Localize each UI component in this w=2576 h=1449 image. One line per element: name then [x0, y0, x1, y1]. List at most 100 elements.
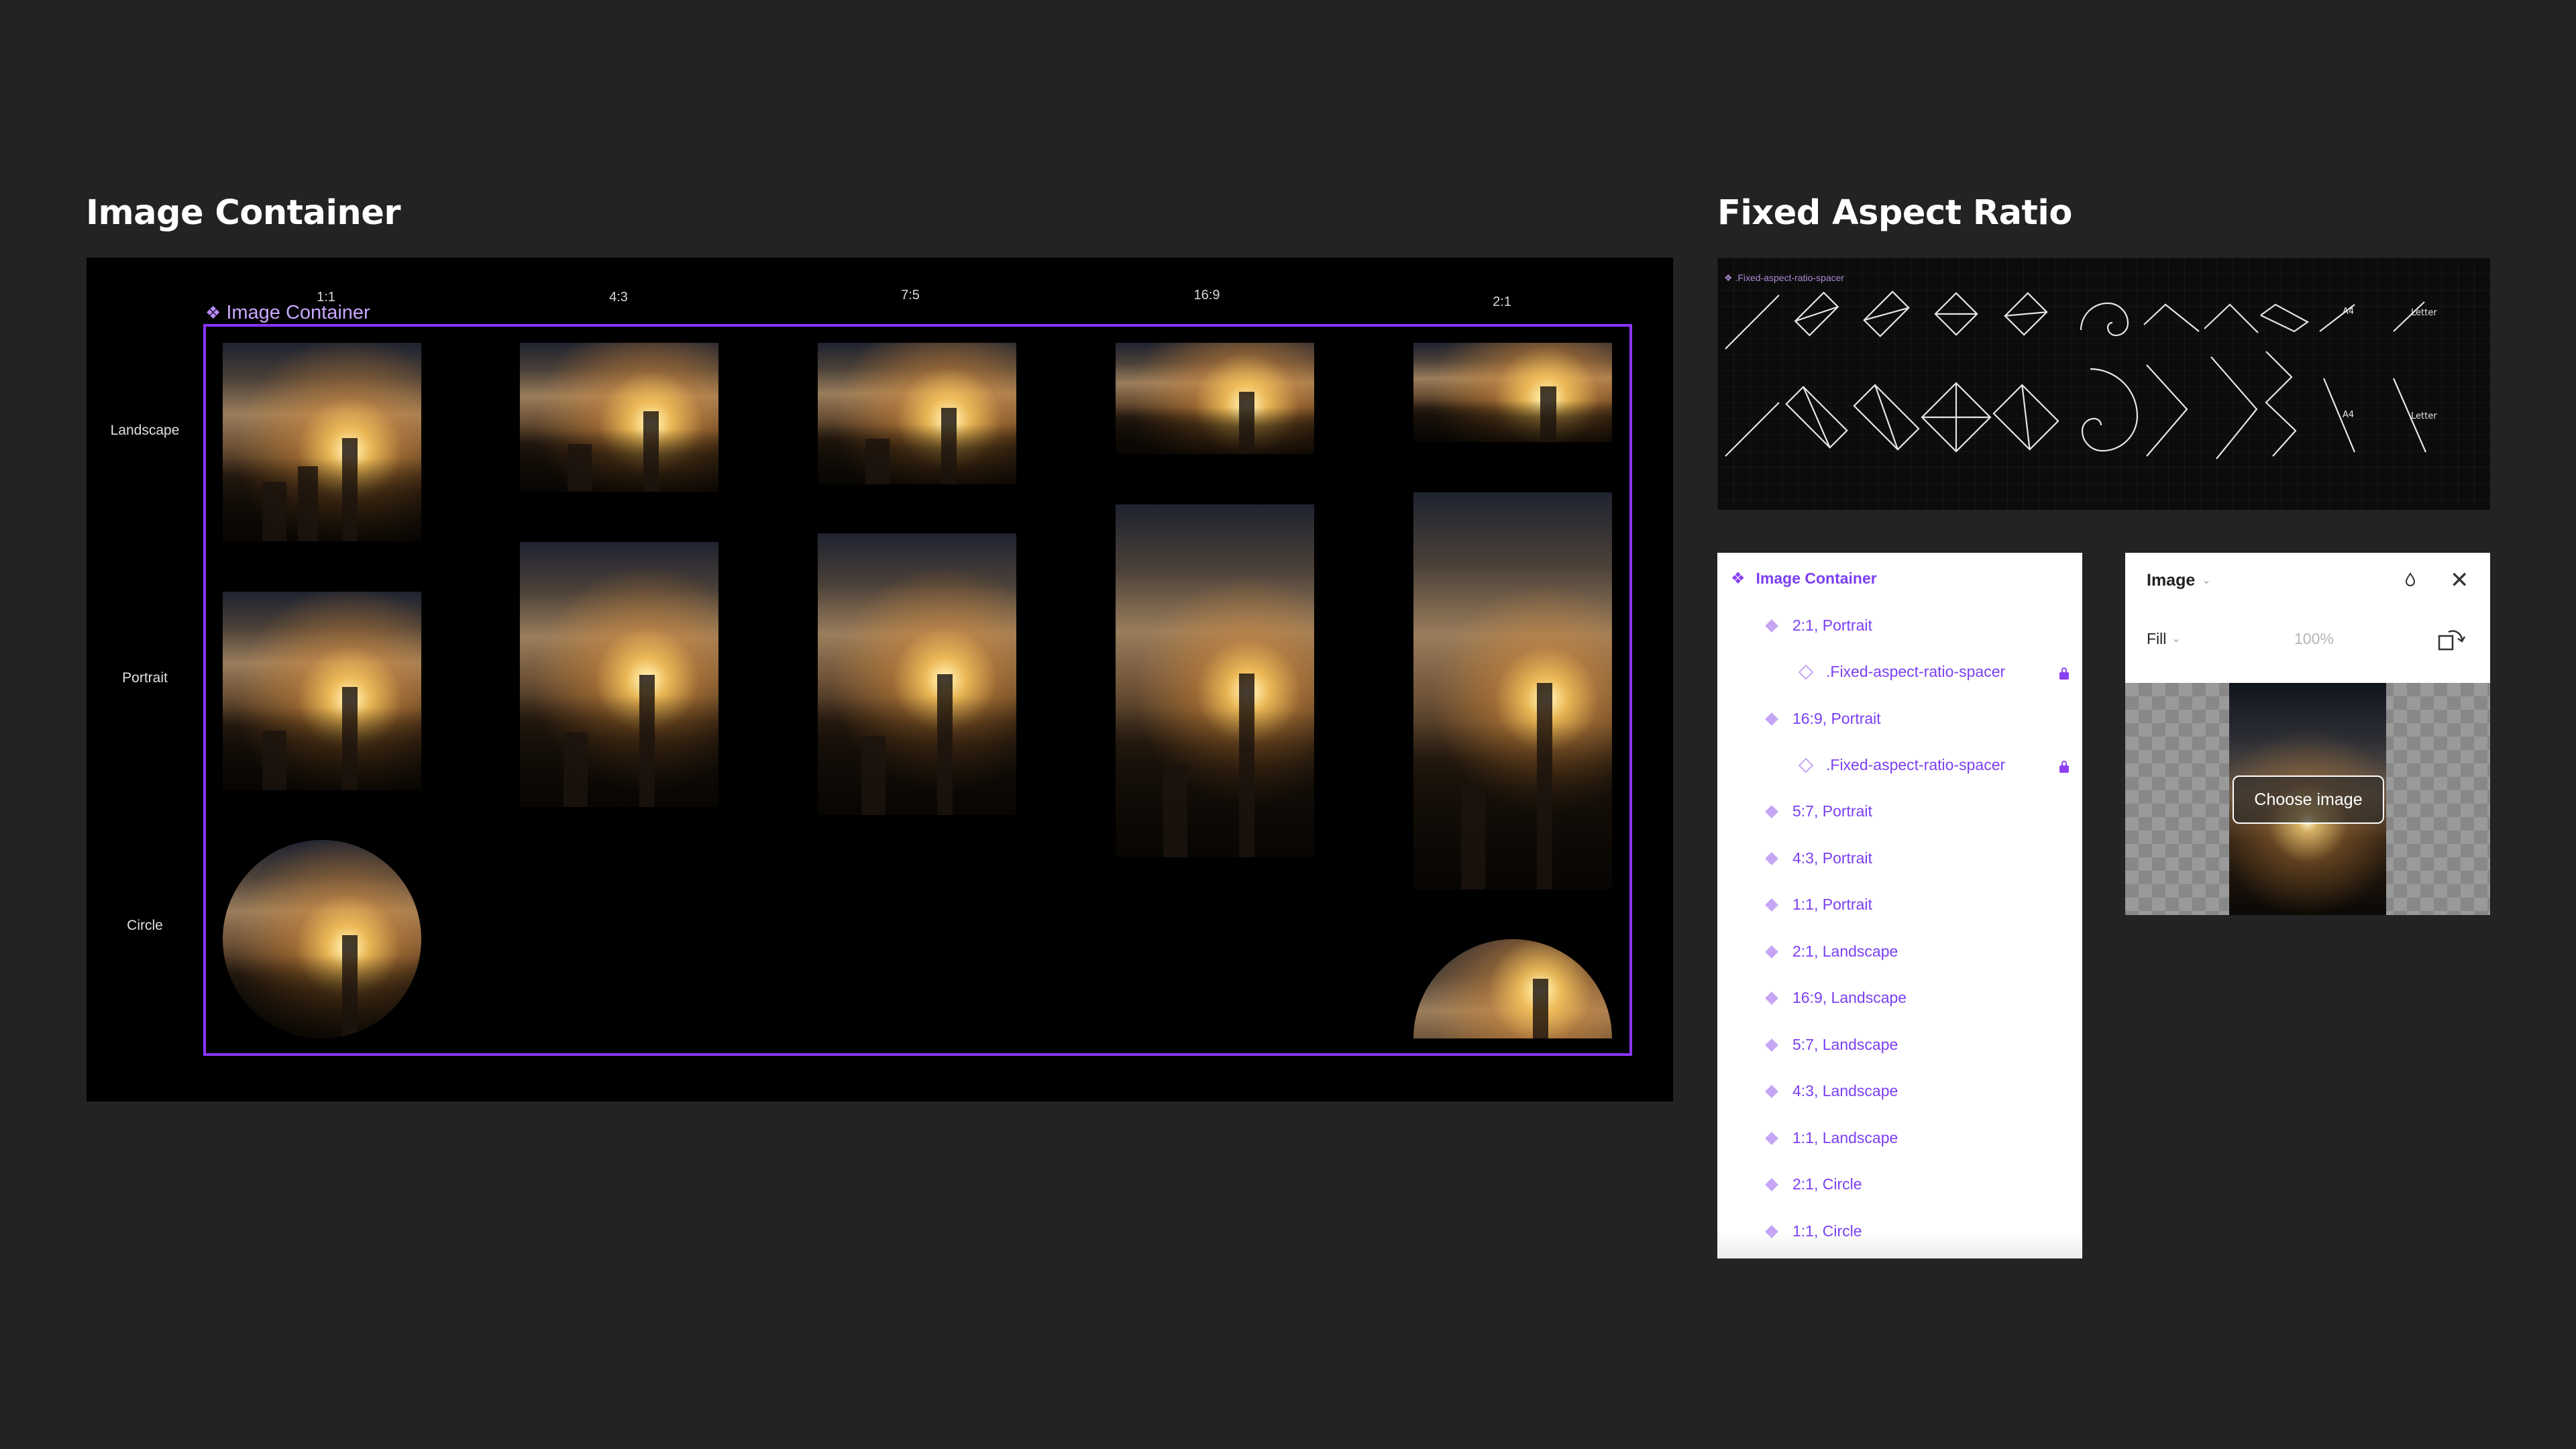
instance-icon	[1765, 945, 1778, 959]
ratio-diamond	[1934, 292, 1978, 336]
city-silhouette	[520, 696, 718, 807]
instance-icon	[1765, 619, 1778, 633]
city-silhouette	[818, 425, 1016, 484]
image-portrait-16-9[interactable]	[1116, 504, 1314, 857]
layer-item[interactable]: 2:1, Landscape	[1717, 928, 1898, 975]
column-label-16-9: 16:9	[1193, 288, 1220, 303]
layer-item-label: 16:9, Landscape	[1792, 989, 1907, 1006]
row-label-circle: Circle	[127, 918, 163, 933]
ratio-zigzag	[2260, 303, 2310, 333]
image-fill-panel: Image ⌄ ✕ Fill ⌄ 100% Choose image	[2125, 553, 2490, 915]
city-silhouette	[223, 955, 421, 1038]
image-circle-2-1[interactable]	[1413, 939, 1612, 1038]
droplet-icon[interactable]	[2404, 572, 2416, 587]
tower	[941, 408, 957, 484]
component-icon: ❖	[205, 303, 221, 323]
instance-icon	[1765, 898, 1778, 912]
close-icon[interactable]: ✕	[2450, 569, 2469, 592]
instance-icon	[1765, 1177, 1778, 1191]
ratio-diamond	[1863, 290, 1910, 337]
layer-item-label: 2:1, Landscape	[1792, 943, 1898, 960]
layer-item[interactable]: 4:3, Portrait	[1717, 835, 1872, 881]
image-portrait-5-7[interactable]	[818, 533, 1016, 815]
choose-image-button[interactable]: Choose image	[2233, 775, 2384, 824]
layer-item[interactable]: 2:1, Portrait	[1717, 602, 1872, 649]
instance-icon	[1765, 851, 1778, 865]
city-silhouette	[520, 429, 718, 492]
layer-root[interactable]: ❖ Image Container	[1717, 555, 1877, 602]
layer-item[interactable]: 16:9, Landscape	[1717, 975, 1907, 1021]
fill-type-dropdown[interactable]: Image	[2147, 571, 2195, 590]
tower	[564, 733, 588, 807]
tower	[1540, 386, 1557, 442]
ratio-diamond	[1853, 384, 1920, 451]
tower	[341, 687, 358, 790]
instance-icon	[1765, 804, 1778, 818]
image-portrait-4-3[interactable]	[520, 542, 718, 807]
image-landscape-2-1[interactable]	[1413, 343, 1612, 442]
layer-item[interactable]: 1:1, Landscape	[1717, 1115, 1898, 1161]
ratio-chevron	[2204, 303, 2259, 333]
column-label-4-3: 4:3	[609, 290, 628, 305]
image-portrait-2-1[interactable]	[1413, 492, 1612, 890]
tower	[341, 935, 358, 1038]
ratio-diamond	[2004, 292, 2048, 336]
ratio-label-letter: Letter	[2411, 411, 2437, 421]
lock-icon[interactable]	[2059, 667, 2069, 680]
lock-icon[interactable]	[2059, 761, 2069, 773]
image-portrait-1-1[interactable]	[223, 592, 421, 790]
ratio-label-letter: Letter	[2411, 308, 2437, 318]
layer-item[interactable]: 2:1, Circle	[1717, 1161, 1862, 1208]
city-silhouette	[1116, 709, 1314, 857]
layer-item[interactable]: 4:3, Landscape	[1717, 1068, 1898, 1114]
spacer-icon	[1798, 757, 1814, 773]
city-silhouette	[1413, 400, 1612, 442]
instance-icon	[1765, 1038, 1778, 1052]
image-landscape-1-1[interactable]	[223, 343, 421, 541]
city-silhouette	[223, 458, 421, 541]
instance-icon	[1765, 1084, 1778, 1098]
city-silhouette	[1116, 407, 1314, 454]
chevron-down-icon[interactable]: ⌄	[2171, 632, 2180, 645]
layer-item-label: 2:1, Circle	[1792, 1175, 1862, 1193]
tower	[262, 731, 286, 790]
component-tag[interactable]: ❖ Image Container	[205, 302, 370, 324]
ratio-diamond	[1921, 382, 1992, 453]
aspect-ratio-spacer-grid: ❖ .Fixed-aspect-ratio-spacer A4 Letter A…	[1717, 258, 2490, 510]
chevron-down-icon[interactable]: ⌄	[2202, 574, 2210, 587]
component-icon: ❖	[1731, 570, 1746, 588]
layer-item[interactable]: .Fixed-aspect-ratio-spacer	[1717, 649, 2005, 695]
tower	[639, 674, 655, 807]
tower	[262, 482, 286, 541]
layer-item-label: 1:1, Portrait	[1792, 896, 1872, 913]
layer-item-label: 4:3, Portrait	[1792, 849, 1872, 867]
ratio-diamond	[1785, 386, 1848, 449]
layer-item[interactable]: 1:1, Portrait	[1717, 881, 1872, 928]
image-landscape-7-5[interactable]	[818, 343, 1016, 484]
layer-item[interactable]: 5:7, Portrait	[1717, 788, 1872, 835]
aspect-ratio-shapes: A4 Letter A4 Letter	[1725, 290, 2437, 460]
opacity-field[interactable]: 100%	[2294, 630, 2334, 648]
ratio-label-a4: A4	[2343, 307, 2354, 317]
image-container-canvas: 1:1 4:3 7:5 16:9 2:1 Landscape Portrait …	[87, 258, 1673, 1102]
image-circle-1-1[interactable]	[223, 840, 421, 1038]
tower	[643, 411, 659, 492]
fill-mode-dropdown[interactable]: Fill	[2147, 630, 2166, 648]
instance-icon	[1765, 712, 1778, 726]
layer-item[interactable]: 5:7, Landscape	[1717, 1022, 1898, 1068]
layer-item[interactable]: .Fixed-aspect-ratio-spacer	[1717, 742, 2005, 788]
ratio-zigzag	[2265, 351, 2297, 457]
layer-item[interactable]: 16:9, Portrait	[1717, 696, 1881, 742]
ratio-chevron	[2210, 356, 2258, 460]
column-label-2-1: 2:1	[1493, 294, 1511, 309]
rotate-icon[interactable]	[2436, 627, 2469, 653]
tower	[1163, 765, 1187, 857]
fill-panel-header: Image ⌄ ✕	[2125, 553, 2490, 608]
instance-icon	[1765, 991, 1778, 1005]
image-landscape-16-9[interactable]	[1116, 343, 1314, 454]
image-landscape-4-3[interactable]	[520, 343, 718, 492]
tower	[1238, 392, 1255, 454]
tower	[865, 439, 890, 484]
image-circle-2-1-clip	[1413, 939, 1612, 1038]
layer-root-label: Image Container	[1756, 570, 1877, 587]
